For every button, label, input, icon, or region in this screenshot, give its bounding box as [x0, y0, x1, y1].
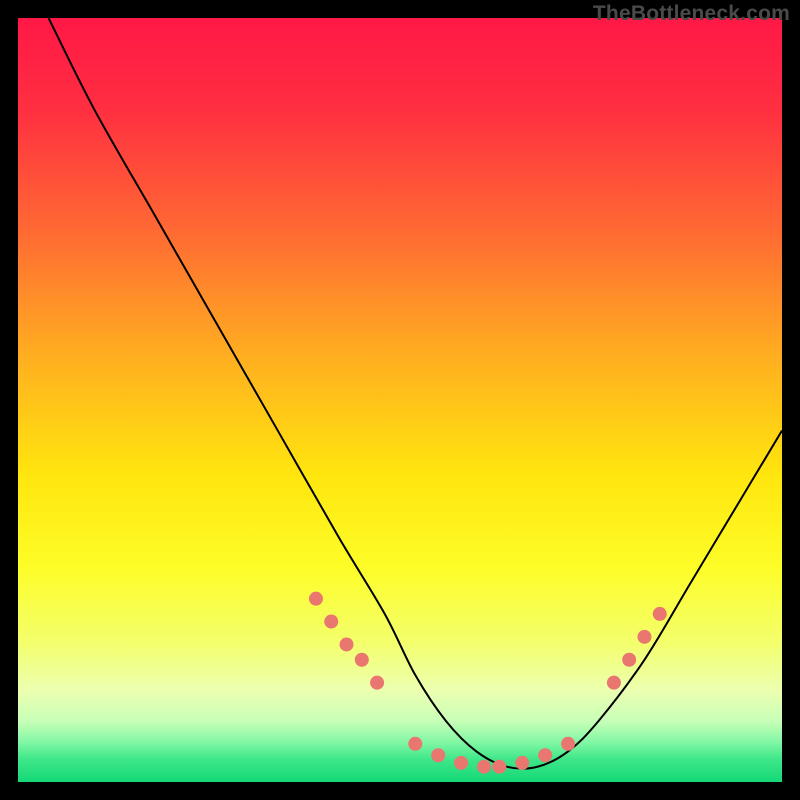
highlight-dot	[309, 592, 323, 606]
highlight-dot	[538, 748, 552, 762]
highlight-dot	[340, 637, 354, 651]
highlight-dot	[561, 737, 575, 751]
highlight-dot	[431, 748, 445, 762]
chart-plot-area	[18, 18, 782, 782]
highlight-dot	[492, 760, 506, 774]
bottleneck-curve	[49, 18, 782, 769]
highlight-dot	[454, 756, 468, 770]
highlight-dot	[637, 630, 651, 644]
highlight-dot	[355, 653, 369, 667]
highlight-dot	[607, 676, 621, 690]
highlight-dot	[370, 676, 384, 690]
highlight-dot	[653, 607, 667, 621]
highlight-dot	[324, 615, 338, 629]
chart-stage: TheBottleneck.com	[0, 0, 800, 800]
highlight-dot	[622, 653, 636, 667]
highlight-dot	[408, 737, 422, 751]
highlight-dot	[515, 756, 529, 770]
watermark-label: TheBottleneck.com	[593, 2, 790, 26]
chart-svg	[18, 18, 782, 782]
highlight-dot	[477, 760, 491, 774]
